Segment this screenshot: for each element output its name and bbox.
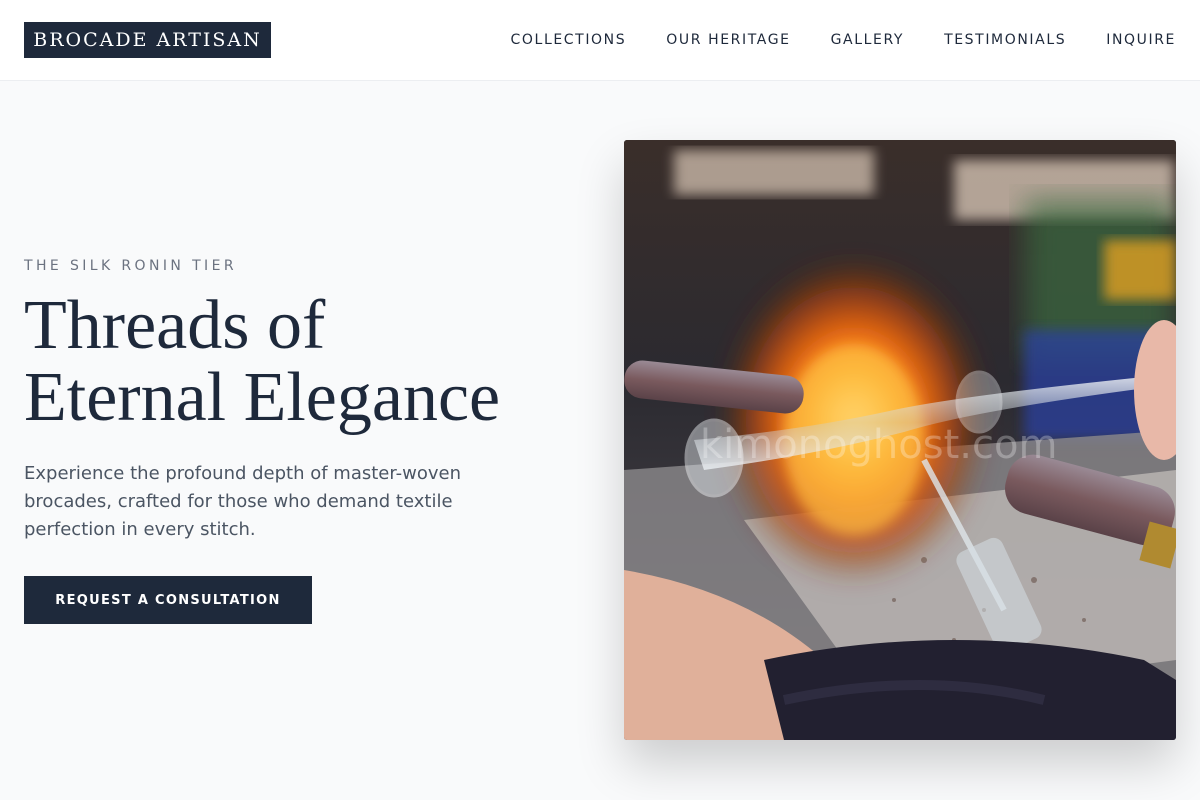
hero-headline: Threads of Eternal Elegance bbox=[24, 290, 584, 434]
hero-image: kimonoghost.com bbox=[624, 140, 1176, 740]
nav-our-heritage[interactable]: OUR HERITAGE bbox=[666, 32, 790, 48]
hero-description: Experience the profound depth of master-… bbox=[24, 463, 461, 540]
nav-collections[interactable]: COLLECTIONS bbox=[511, 32, 627, 48]
headline-line-2: Eternal Elegance bbox=[24, 359, 501, 436]
glassblowing-photo: kimonoghost.com bbox=[624, 140, 1176, 740]
request-consultation-button[interactable]: REQUEST A CONSULTATION bbox=[24, 576, 312, 624]
nav-testimonials[interactable]: TESTIMONIALS bbox=[944, 32, 1066, 48]
image-watermark: kimonoghost.com bbox=[700, 422, 1057, 468]
main-nav: COLLECTIONS OUR HERITAGE GALLERY TESTIMO… bbox=[511, 31, 1176, 49]
headline-line-1: Threads of bbox=[24, 287, 326, 364]
hero-eyebrow: THE SILK RONIN TIER bbox=[24, 258, 237, 274]
brand-logo[interactable]: BROCADE ARTISAN bbox=[24, 22, 271, 58]
site-header: BROCADE ARTISAN COLLECTIONS OUR HERITAGE… bbox=[0, 0, 1200, 81]
nav-gallery[interactable]: GALLERY bbox=[831, 32, 904, 48]
nav-inquire[interactable]: INQUIRE bbox=[1106, 32, 1176, 48]
